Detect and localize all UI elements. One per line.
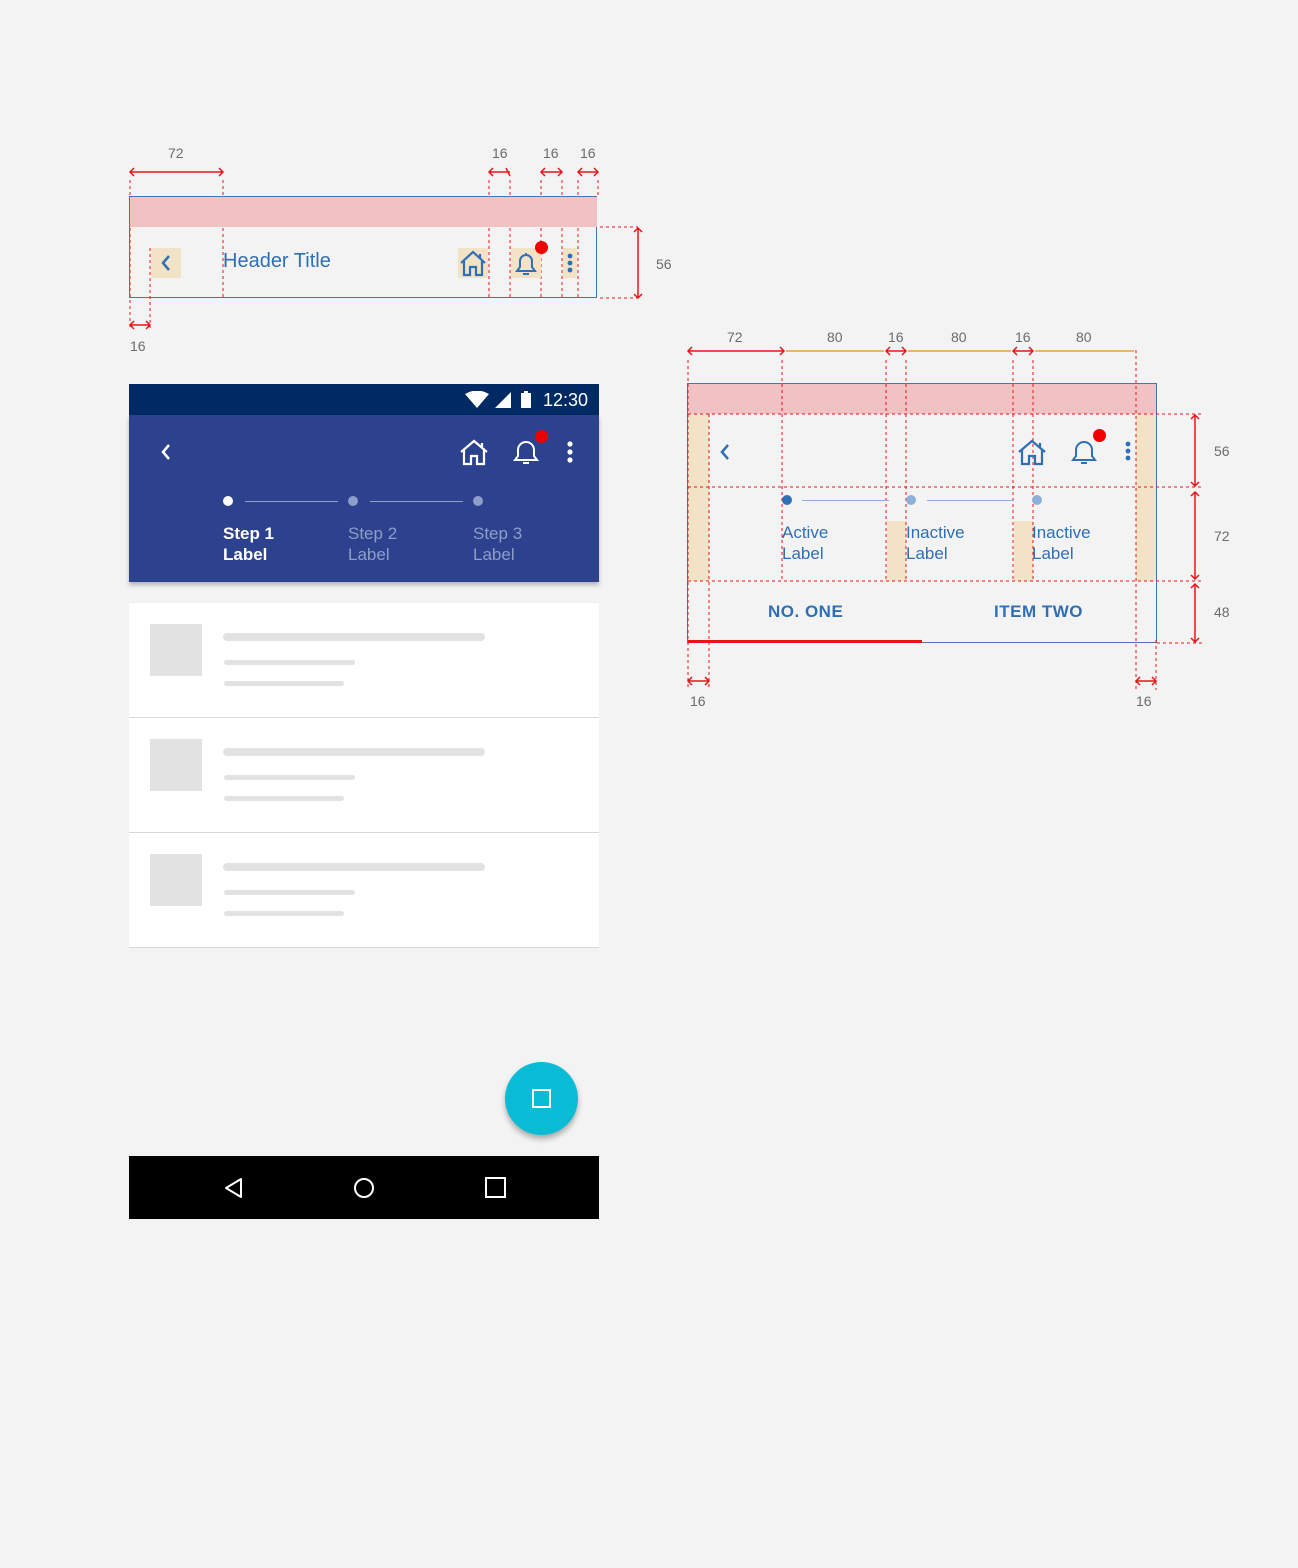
status-bar-area — [130, 197, 597, 227]
home-button[interactable] — [458, 248, 488, 278]
step-2[interactable]: Step 2 Label — [348, 523, 397, 565]
status-bar: 12:30 — [129, 384, 599, 415]
home-button[interactable] — [458, 437, 490, 467]
more-button[interactable] — [1121, 439, 1135, 465]
back-button[interactable] — [151, 248, 181, 278]
chevron-left-icon — [720, 444, 729, 460]
system-navigation-bar — [129, 1156, 599, 1219]
tab-item-two[interactable]: ITEM TWO — [994, 602, 1083, 622]
more-button[interactable] — [563, 248, 577, 278]
square-icon — [532, 1089, 551, 1108]
tab-indicator — [688, 640, 922, 643]
nav-back-button[interactable] — [224, 1177, 244, 1199]
text-placeholder — [223, 633, 485, 641]
floating-action-button[interactable] — [505, 1062, 578, 1135]
step-connector — [370, 501, 463, 502]
step-dot-inactive — [348, 496, 358, 506]
step-subtitle: Label — [782, 544, 824, 563]
circle-home-icon — [354, 1178, 374, 1198]
step-1[interactable]: Step 1 Label — [223, 523, 274, 565]
more-vert-icon — [567, 253, 573, 273]
text-placeholder — [224, 681, 344, 686]
home-icon — [460, 439, 488, 466]
triangle-back-icon — [225, 1178, 242, 1198]
signal-icon — [495, 392, 511, 408]
step-connector — [245, 501, 338, 502]
redline-arrows — [128, 167, 643, 330]
step-subtitle: Label — [223, 545, 268, 564]
list-item[interactable] — [129, 833, 599, 948]
back-button[interactable] — [153, 438, 179, 466]
step-subtitle: Label — [348, 545, 390, 564]
chevron-left-icon — [161, 255, 170, 271]
square-recents-icon — [485, 1177, 506, 1198]
thumbnail-placeholder — [150, 624, 202, 676]
step-dot-inactive — [906, 495, 916, 505]
step-inactive[interactable]: Inactive Label — [1032, 522, 1091, 564]
step-title: Step 1 — [223, 524, 275, 543]
bell-icon — [1071, 441, 1097, 464]
step-dot-inactive — [1032, 495, 1042, 505]
list-item[interactable] — [129, 603, 599, 718]
notification-badge — [535, 241, 548, 254]
app-bar: Step 1 Label Step 2 Label Step 3 Label — [129, 415, 599, 582]
wifi-icon — [465, 391, 489, 408]
step-title: Step 2 — [348, 524, 398, 543]
nav-recents-button[interactable] — [485, 1177, 506, 1198]
step-subtitle: Label — [1032, 544, 1074, 563]
step-3[interactable]: Step 3 Label — [473, 523, 522, 565]
text-placeholder — [223, 748, 485, 756]
redline-arrows — [686, 346, 1202, 690]
text-placeholder — [223, 863, 485, 871]
notification-badge — [1093, 429, 1106, 442]
text-placeholder — [224, 775, 355, 780]
battery-icon — [521, 393, 531, 408]
step-inactive[interactable]: Inactive Label — [906, 522, 965, 564]
thumbnail-placeholder — [150, 739, 202, 791]
step-title: Step 3 — [473, 524, 523, 543]
text-placeholder — [224, 911, 344, 916]
nav-home-button[interactable] — [353, 1177, 375, 1199]
step-subtitle: Label — [906, 544, 948, 563]
step-connector — [802, 500, 889, 501]
step-dot-active — [782, 495, 792, 505]
home-icon — [460, 250, 486, 277]
step-title: Inactive — [1032, 523, 1091, 542]
status-icons — [465, 391, 531, 408]
more-vert-icon — [1125, 441, 1131, 461]
list-item[interactable] — [129, 718, 599, 833]
more-vert-icon — [567, 441, 573, 463]
text-placeholder — [224, 796, 344, 801]
step-title: Inactive — [906, 523, 965, 542]
clock: 12:30 — [542, 390, 588, 410]
step-active[interactable]: Active Label — [782, 522, 828, 564]
home-icon — [1018, 439, 1046, 466]
header-title: Header Title — [223, 250, 331, 272]
more-button[interactable] — [563, 439, 577, 467]
tab-no-one[interactable]: NO. ONE — [768, 602, 843, 622]
step-title: Active — [782, 523, 829, 542]
chevron-left-icon — [161, 444, 170, 460]
step-subtitle: Label — [473, 545, 515, 564]
text-placeholder — [224, 890, 355, 895]
notification-badge — [535, 430, 548, 443]
thumbnail-placeholder — [150, 854, 202, 906]
step-connector — [927, 500, 1014, 501]
step-dot-inactive — [473, 496, 483, 506]
home-button[interactable] — [1016, 437, 1048, 467]
back-button[interactable] — [714, 440, 734, 464]
step-dot-active — [223, 496, 233, 506]
text-placeholder — [224, 660, 355, 665]
notifications-button[interactable] — [1069, 437, 1099, 467]
bell-icon — [513, 441, 539, 464]
